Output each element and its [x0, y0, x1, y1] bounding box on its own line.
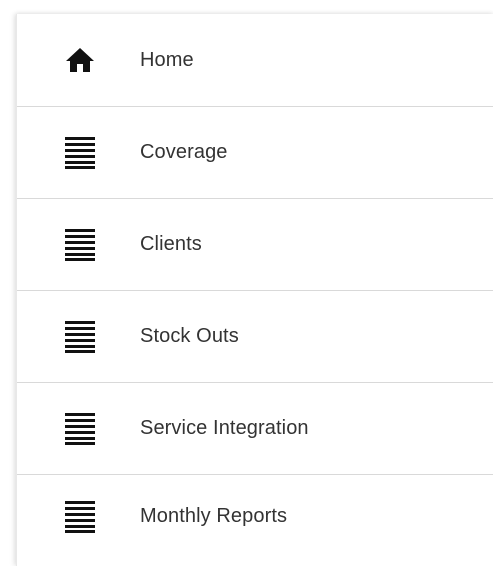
nav-item-label: Stock Outs — [140, 325, 239, 347]
nav-item-clients[interactable]: Clients — [17, 199, 493, 291]
list-icon — [63, 320, 97, 354]
list-icon — [63, 228, 97, 262]
list-icon — [63, 412, 97, 446]
home-icon — [63, 43, 97, 77]
nav-item-stock-outs[interactable]: Stock Outs — [17, 291, 493, 383]
nav-item-label: Service Integration — [140, 417, 309, 439]
nav-item-service-integration[interactable]: Service Integration — [17, 383, 493, 475]
list-icon — [63, 500, 97, 534]
nav-item-label: Home — [140, 48, 194, 71]
nav-item-monthly-reports[interactable]: Monthly Reports — [17, 475, 493, 558]
side-nav-menu: Home Coverage Clients Stock Outs Service… — [16, 14, 493, 566]
nav-item-coverage[interactable]: Coverage — [17, 107, 493, 199]
nav-item-label: Coverage — [140, 141, 228, 163]
nav-item-label: Monthly Reports — [140, 505, 288, 527]
nav-item-label: Clients — [140, 233, 202, 255]
nav-item-home[interactable]: Home — [17, 14, 493, 107]
list-icon — [63, 136, 97, 170]
